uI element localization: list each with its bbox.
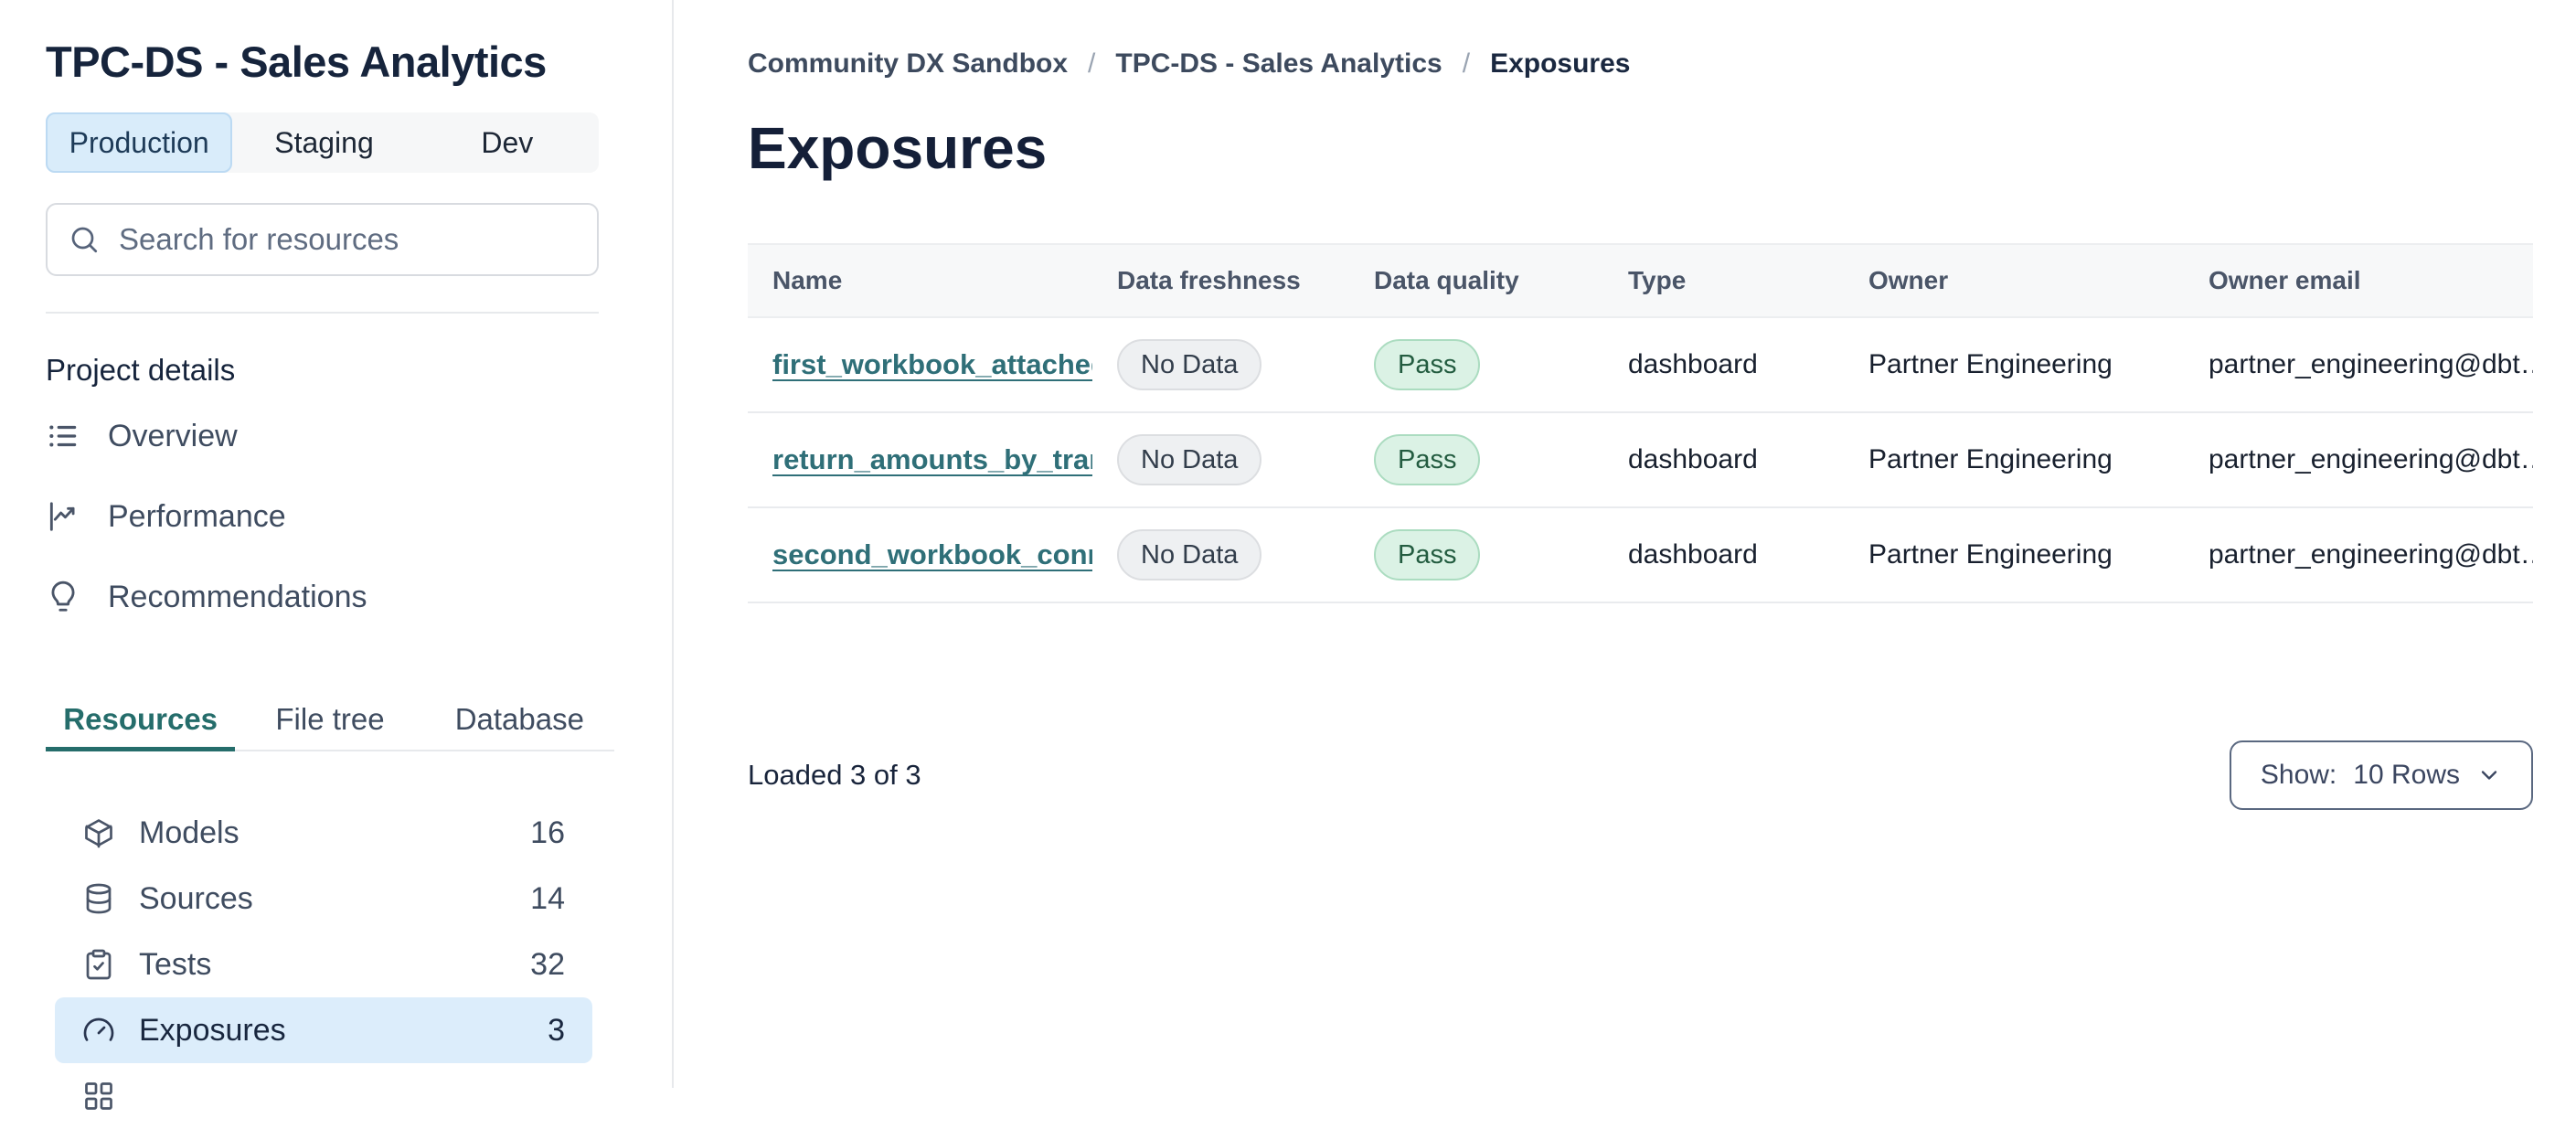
quality-badge: Pass [1374, 434, 1481, 485]
column-header-name: Name [772, 266, 843, 294]
column-header-owner: Owner [1868, 266, 1949, 294]
breadcrumb-account[interactable]: Community DX Sandbox [748, 48, 1068, 80]
sidebar-divider [46, 312, 599, 314]
breadcrumb-separator: / [1088, 48, 1096, 79]
type-cell: dashboard [1628, 444, 1758, 474]
line-chart-icon [46, 499, 80, 534]
column-header-quality: Data quality [1374, 266, 1519, 294]
exposure-link[interactable]: return_amounts_by_tran… [772, 443, 1092, 475]
sidebar: TPC-DS - Sales Analytics Production Stag… [0, 0, 674, 1110]
sidebar-resource-exposures[interactable]: Exposures 3 [55, 997, 592, 1063]
show-value: 10 Rows [2353, 760, 2460, 790]
owner-email-cell: partner_engineering@dbt… [2209, 539, 2533, 570]
sidebar-item-overview[interactable]: Overview [46, 396, 672, 476]
resource-label: Models [139, 815, 240, 850]
table-row: second_workbook_conn… No Data Pass dashb… [748, 508, 2533, 603]
exposure-link[interactable]: first_workbook_attached… [772, 348, 1092, 380]
tab-resources[interactable]: Resources [46, 689, 236, 751]
grid-icon [82, 1080, 115, 1113]
sidebar-resource-models[interactable]: Models 16 [55, 800, 592, 866]
resource-count: 3 [548, 1012, 565, 1048]
resource-label: Tests [139, 946, 212, 982]
chevron-down-icon [2476, 762, 2502, 788]
sidebar-item-recommendations[interactable]: Recommendations [46, 557, 672, 637]
owner-cell: Partner Engineering [1868, 539, 2113, 570]
freshness-badge: No Data [1117, 339, 1262, 390]
exposures-table: Name Data freshness Data quality Type Ow… [748, 243, 2533, 603]
environment-tabs: Production Staging Dev [46, 112, 599, 173]
clipboard-check-icon [82, 948, 115, 981]
table-header-row: Name Data freshness Data quality Type Ow… [748, 243, 2533, 318]
sidebar-resource-partial[interactable] [55, 1063, 592, 1129]
breadcrumb: Community DX Sandbox / TPC-DS - Sales An… [748, 48, 2576, 80]
resource-label: Sources [139, 880, 253, 916]
cube-icon [82, 816, 115, 849]
tab-file-tree[interactable]: File tree [235, 689, 424, 750]
breadcrumb-separator: / [1462, 48, 1471, 79]
resource-view-tabs: Resources File tree Database [46, 689, 614, 751]
project-details-label: Project details [46, 353, 236, 387]
search-icon [68, 223, 101, 256]
loaded-count: Loaded 3 of 3 [748, 759, 921, 791]
column-header-freshness: Data freshness [1117, 266, 1301, 294]
search-box [46, 203, 599, 276]
column-header-type: Type [1628, 266, 1687, 294]
env-tab-production[interactable]: Production [46, 112, 233, 173]
list-icon [46, 419, 80, 453]
exposure-link[interactable]: second_workbook_conn… [772, 538, 1092, 570]
main-content: Community DX Sandbox / TPC-DS - Sales An… [674, 0, 2576, 1088]
resource-label: Exposures [139, 1012, 286, 1048]
quality-badge: Pass [1374, 529, 1481, 580]
table-footer: Loaded 3 of 3 Show: 10 Rows [748, 740, 2533, 810]
owner-cell: Partner Engineering [1868, 349, 2113, 379]
owner-cell: Partner Engineering [1868, 444, 2113, 474]
sidebar-item-performance[interactable]: Performance [46, 476, 672, 557]
table-row: first_workbook_attached… No Data Pass da… [748, 318, 2533, 413]
sidebar-resource-sources[interactable]: Sources 14 [55, 866, 592, 932]
env-tab-staging[interactable]: Staging [232, 112, 415, 173]
freshness-badge: No Data [1117, 529, 1262, 580]
resource-count: 16 [530, 815, 565, 850]
sidebar-item-label: Recommendations [108, 579, 367, 614]
column-header-owner-email: Owner email [2209, 266, 2361, 294]
tab-database[interactable]: Database [425, 689, 614, 750]
sidebar-item-label: Performance [108, 498, 286, 534]
table-row: return_amounts_by_tran… No Data Pass das… [748, 413, 2533, 508]
sidebar-nav: Overview Performance Recommendations [46, 396, 672, 637]
sidebar-resource-tests[interactable]: Tests 32 [55, 932, 592, 997]
owner-email-cell: partner_engineering@dbt… [2209, 349, 2533, 379]
breadcrumb-project[interactable]: TPC-DS - Sales Analytics [1115, 48, 1442, 80]
owner-email-cell: partner_engineering@dbt… [2209, 444, 2533, 474]
env-tab-dev[interactable]: Dev [416, 112, 599, 173]
type-cell: dashboard [1628, 349, 1758, 379]
resource-count: 14 [530, 880, 565, 916]
resource-list: Models 16 Sources 14 Tests 32 Exposures … [55, 800, 592, 1129]
search-input[interactable] [117, 221, 577, 258]
breadcrumb-current: Exposures [1490, 48, 1631, 79]
database-icon [82, 882, 115, 915]
lightbulb-icon [46, 580, 80, 614]
rows-per-page-dropdown[interactable]: Show: 10 Rows [2229, 740, 2533, 810]
freshness-badge: No Data [1117, 434, 1262, 485]
sidebar-item-label: Overview [108, 418, 238, 453]
quality-badge: Pass [1374, 339, 1481, 390]
type-cell: dashboard [1628, 539, 1758, 570]
page-title: Exposures [748, 115, 1048, 181]
resource-count: 32 [530, 946, 565, 982]
project-title: TPC-DS - Sales Analytics [46, 37, 547, 86]
gauge-icon [82, 1014, 115, 1047]
show-label: Show: [2260, 760, 2337, 790]
